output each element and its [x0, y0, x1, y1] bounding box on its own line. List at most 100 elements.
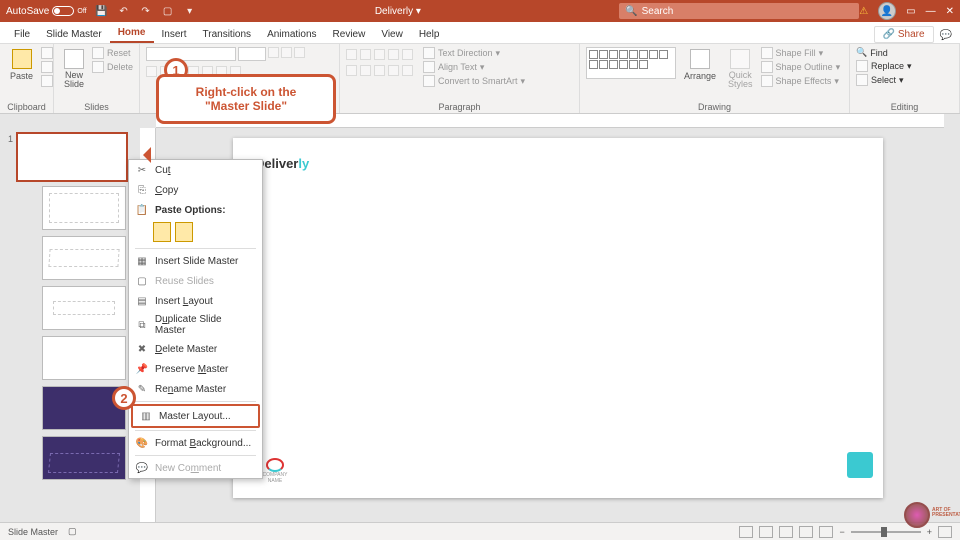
tab-transitions[interactable]: Transitions: [195, 26, 260, 43]
context-menu: ✂Cut ⎘Copy 📋Paste Options: ▦Insert Slide…: [128, 159, 263, 479]
callout-text: Right-click on the "Master Slide": [156, 74, 336, 124]
callout-marker-2: 2: [112, 386, 136, 410]
view-normal-icon[interactable]: [759, 526, 773, 538]
share-button[interactable]: 🔗 Share: [874, 26, 934, 43]
notes-button[interactable]: [739, 526, 753, 538]
zoom-slider[interactable]: [851, 531, 921, 533]
title-bar: AutoSave Off 💾 ↶ ↷ ▢ ▾ Deliverly ▾ 🔍 Sea…: [0, 0, 960, 22]
close-icon[interactable]: ✕: [946, 6, 954, 17]
qat-more-icon[interactable]: ▾: [183, 4, 197, 18]
replace-button[interactable]: Replace ▾: [856, 60, 912, 72]
undo-icon[interactable]: ↶: [117, 4, 131, 18]
numbering-icon[interactable]: [360, 49, 371, 60]
tab-view[interactable]: View: [373, 26, 411, 43]
scissors-icon: ✂: [135, 163, 149, 177]
text-direction-button[interactable]: Text Direction ▾: [423, 47, 525, 59]
layout-thumb[interactable]: [42, 286, 126, 330]
paste-option-keep[interactable]: [175, 222, 193, 242]
tab-file[interactable]: File: [6, 26, 38, 43]
comments-icon[interactable]: 💬: [938, 28, 954, 43]
cm-master-layout[interactable]: ▥Master Layout...: [131, 404, 260, 428]
align-center-icon[interactable]: [360, 65, 371, 76]
delete-button[interactable]: Delete: [92, 61, 133, 73]
view-reading-icon[interactable]: [799, 526, 813, 538]
tab-review[interactable]: Review: [325, 26, 374, 43]
cm-insert-slide-master[interactable]: ▦Insert Slide Master: [129, 251, 262, 271]
cm-duplicate-slide-master[interactable]: ⧉Duplicate Slide Master: [129, 311, 262, 339]
shape-effects-button[interactable]: Shape Effects ▾: [761, 75, 841, 87]
layout-thumb[interactable]: [42, 436, 126, 480]
format-painter-icon[interactable]: [41, 75, 53, 87]
paste-button[interactable]: Paste: [6, 47, 37, 83]
document-title[interactable]: Deliverly: [375, 6, 413, 17]
thumbnail-pane[interactable]: 1: [0, 128, 140, 528]
arrange-button[interactable]: Arrange: [680, 47, 720, 83]
view-slideshow-icon[interactable]: [819, 526, 833, 538]
tab-animations[interactable]: Animations: [259, 26, 324, 43]
shape-outline-button[interactable]: Shape Outline ▾: [761, 61, 841, 73]
slide-canvas[interactable]: Deliverly COMPANY NAME: [233, 138, 883, 498]
cm-delete-master[interactable]: ✖Delete Master: [129, 339, 262, 359]
autosave-toggle[interactable]: AutoSave Off: [6, 6, 87, 17]
quick-styles-button[interactable]: Quick Styles: [724, 47, 757, 91]
tab-insert[interactable]: Insert: [154, 26, 195, 43]
cm-insert-layout[interactable]: ▤Insert Layout: [129, 291, 262, 311]
cm-format-background[interactable]: 🎨Format Background...: [129, 433, 262, 453]
accessibility-icon[interactable]: ▢: [68, 526, 77, 537]
delete-icon: ✖: [135, 342, 149, 356]
master-slide-thumb[interactable]: 1: [16, 132, 128, 182]
copy-icon[interactable]: [41, 61, 53, 73]
watermark-logo: ART OF PRESENTATIONS: [904, 502, 954, 530]
tab-home[interactable]: Home: [110, 24, 154, 43]
view-sorter-icon[interactable]: [779, 526, 793, 538]
drawing-group-label: Drawing: [580, 100, 849, 112]
select-button[interactable]: Select ▾: [856, 74, 912, 86]
cm-preserve-master[interactable]: 📌Preserve Master: [129, 359, 262, 379]
paste-icon: 📋: [135, 203, 149, 217]
status-bar: Slide Master ▢ − +: [0, 522, 960, 540]
minimize-icon[interactable]: —: [926, 6, 936, 17]
columns-icon[interactable]: [402, 65, 413, 76]
cm-paste-options-label: 📋Paste Options:: [129, 200, 262, 220]
layout-thumb[interactable]: [42, 336, 126, 380]
pin-icon: 📌: [135, 362, 149, 376]
indent-dec-icon[interactable]: [374, 49, 385, 60]
user-avatar[interactable]: 👤: [878, 2, 896, 20]
align-left-icon[interactable]: [346, 65, 357, 76]
new-slide-button[interactable]: New Slide: [60, 47, 88, 91]
indent-inc-icon[interactable]: [388, 49, 399, 60]
tab-help[interactable]: Help: [411, 26, 448, 43]
decrease-font-icon[interactable]: [281, 47, 292, 58]
justify-icon[interactable]: [388, 65, 399, 76]
paste-option-theme[interactable]: [153, 222, 171, 242]
shapes-gallery[interactable]: [586, 47, 676, 79]
layout-thumb[interactable]: [42, 186, 126, 230]
slide-number-placeholder-icon[interactable]: [847, 452, 873, 478]
find-button[interactable]: 🔍Find: [856, 47, 912, 58]
warning-icon[interactable]: ⚠: [859, 6, 868, 17]
line-spacing-icon[interactable]: [402, 49, 413, 60]
cut-icon[interactable]: [41, 47, 53, 59]
cm-rename-master[interactable]: ✎Rename Master: [129, 379, 262, 399]
slides-group-label: Slides: [54, 100, 139, 112]
shape-fill-button[interactable]: Shape Fill ▾: [761, 47, 841, 59]
cm-copy[interactable]: ⎘Copy: [129, 180, 262, 200]
redo-icon[interactable]: ↷: [139, 4, 153, 18]
ribbon-display-icon[interactable]: ▭: [906, 6, 915, 17]
convert-smartart-button[interactable]: Convert to SmartArt ▾: [423, 75, 525, 87]
layout-thumb[interactable]: [42, 236, 126, 280]
save-icon[interactable]: 💾: [95, 4, 109, 18]
search-box[interactable]: 🔍 Search: [619, 3, 859, 19]
align-text-button[interactable]: Align Text ▾: [423, 61, 525, 73]
rename-icon: ✎: [135, 382, 149, 396]
increase-font-icon[interactable]: [268, 47, 279, 58]
clear-format-icon[interactable]: [294, 47, 305, 58]
toggle-off-icon[interactable]: [52, 6, 74, 16]
align-right-icon[interactable]: [374, 65, 385, 76]
tab-slide-master[interactable]: Slide Master: [38, 26, 110, 43]
present-icon[interactable]: ▢: [161, 4, 175, 18]
bullets-icon[interactable]: [346, 49, 357, 60]
cm-cut[interactable]: ✂Cut: [129, 160, 262, 180]
reset-button[interactable]: Reset: [92, 47, 133, 59]
zoom-out-icon[interactable]: −: [839, 527, 844, 537]
